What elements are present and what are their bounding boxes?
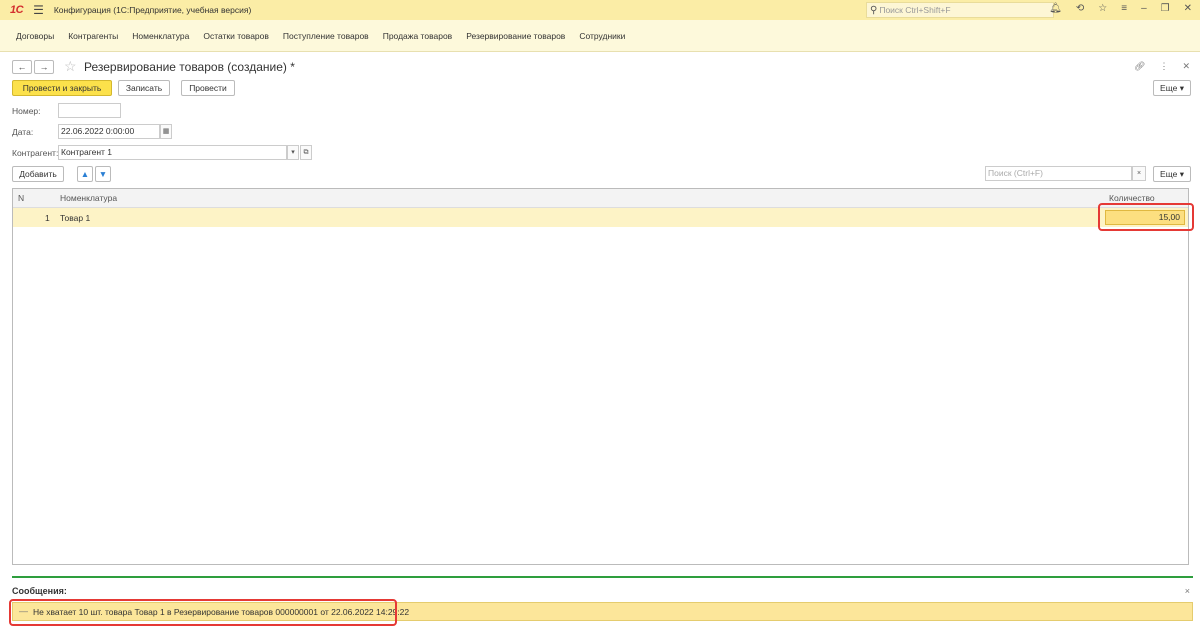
- more-button[interactable]: Еще ▾: [1153, 80, 1191, 96]
- link-icon[interactable]: 🔗︎: [1134, 61, 1145, 72]
- back-button[interactable]: ←: [12, 60, 32, 74]
- form-close-icon[interactable]: ✕: [1182, 61, 1190, 72]
- titlebar-icons: 🔔︎ ⟲ ☆ ≡ – ❐ ✕: [1049, 3, 1192, 14]
- dropdown-icon[interactable]: ▾: [287, 145, 299, 160]
- section-stock[interactable]: Остатки товаров: [203, 31, 269, 41]
- forward-button[interactable]: →: [34, 60, 54, 74]
- app-title: Конфигурация (1С:Предприятие, учебная ве…: [53, 5, 252, 15]
- table-more-label: Еще: [1160, 169, 1178, 179]
- date-field[interactable]: 22.06.2022 0:00:00: [58, 124, 160, 139]
- move-down-icon[interactable]: ▼: [95, 166, 111, 182]
- table-header: N Номенклатура Количество: [13, 189, 1188, 208]
- move-up-icon[interactable]: ▲: [77, 166, 93, 182]
- section-nomenclature[interactable]: Номенклатура: [132, 31, 189, 41]
- sections-panel: Договоры Контрагенты Номенклатура Остатк…: [0, 20, 1200, 52]
- section-counterparties[interactable]: Контрагенты: [68, 31, 118, 41]
- write-button[interactable]: Записать: [118, 80, 170, 96]
- section-employees[interactable]: Сотрудники: [579, 31, 625, 41]
- more-actions-icon[interactable]: ⋮: [1159, 61, 1168, 72]
- date-label: Дата:: [12, 127, 34, 137]
- clear-search-icon[interactable]: ×: [1132, 166, 1146, 181]
- minimize-icon[interactable]: –: [1141, 3, 1147, 14]
- app-logo: 1С: [10, 4, 24, 16]
- quantity-highlight-box: [1098, 203, 1194, 231]
- restore-icon[interactable]: ❐: [1161, 3, 1170, 14]
- post-and-close-button[interactable]: Провести и закрыть: [12, 80, 112, 96]
- open-icon[interactable]: ⧉: [300, 145, 312, 160]
- section-reservations[interactable]: Резервирование товаров: [466, 31, 565, 41]
- table-search-input[interactable]: Поиск (Ctrl+F): [985, 166, 1132, 181]
- messages-divider: [12, 576, 1193, 578]
- table-row[interactable]: 1 Товар 1 15,00: [13, 208, 1188, 227]
- hamburger-icon[interactable]: ☰: [33, 3, 44, 17]
- close-icon[interactable]: ✕: [1184, 3, 1192, 14]
- bell-icon[interactable]: 🔔︎: [1049, 3, 1062, 14]
- section-sales[interactable]: Продажа товаров: [383, 31, 452, 41]
- post-button[interactable]: Провести: [181, 80, 235, 96]
- global-search-input[interactable]: ⚲ Поиск Ctrl+Shift+F: [866, 2, 1054, 18]
- global-search-placeholder: Поиск Ctrl+Shift+F: [879, 5, 951, 15]
- add-row-button[interactable]: Добавить: [12, 166, 64, 182]
- counterparty-field[interactable]: Контрагент 1: [58, 145, 287, 160]
- row-number: 1: [45, 213, 50, 223]
- column-quantity[interactable]: Количество: [1109, 193, 1155, 203]
- form-window-icons: 🔗︎ ⋮ ✕: [1134, 61, 1190, 72]
- section-receipts[interactable]: Поступление товаров: [283, 31, 369, 41]
- calendar-icon[interactable]: ▦: [160, 124, 172, 139]
- table-more-button[interactable]: Еще ▾: [1153, 166, 1191, 182]
- number-field[interactable]: [58, 103, 121, 118]
- section-contracts[interactable]: Договоры: [16, 31, 54, 41]
- column-n[interactable]: N: [18, 193, 24, 203]
- search-icon: ⚲: [870, 4, 878, 16]
- star-icon[interactable]: ☆: [1098, 3, 1107, 14]
- messages-title: Сообщения:: [12, 586, 67, 596]
- settings-icon[interactable]: ≡: [1121, 3, 1127, 14]
- history-icon[interactable]: ⟲: [1076, 3, 1084, 14]
- row-item[interactable]: Товар 1: [60, 213, 90, 223]
- column-nomenclature[interactable]: Номенклатура: [60, 193, 117, 203]
- goods-table[interactable]: N Номенклатура Количество 1 Товар 1 15,0…: [12, 188, 1189, 565]
- message-highlight-box: [9, 599, 397, 626]
- favorite-star-icon[interactable]: ☆: [64, 58, 77, 75]
- messages-close-icon[interactable]: ×: [1185, 586, 1190, 596]
- form-title: Резервирование товаров (создание) *: [84, 60, 295, 74]
- counterparty-label: Контрагент:: [12, 148, 59, 158]
- number-label: Номер:: [12, 106, 41, 116]
- more-button-label: Еще: [1160, 83, 1178, 93]
